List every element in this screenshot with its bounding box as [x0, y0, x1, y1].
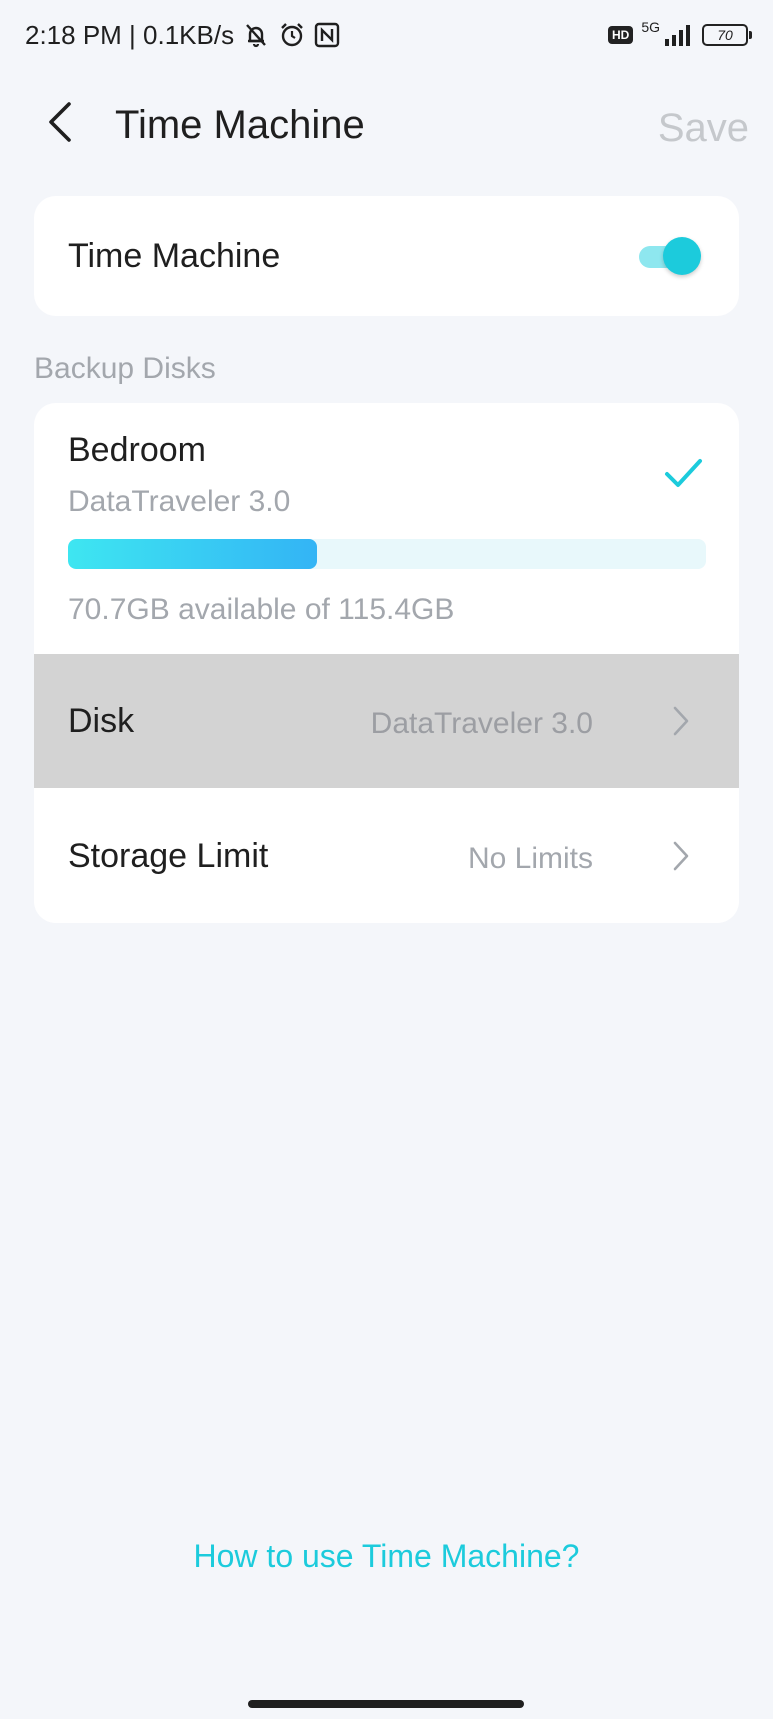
network-type: 5G: [641, 19, 660, 35]
disk-row[interactable]: Disk DataTraveler 3.0: [34, 654, 739, 788]
toggle-knob: [663, 237, 701, 275]
battery-icon: 70: [702, 24, 752, 46]
disk-model: DataTraveler 3.0: [68, 485, 291, 518]
nfc-icon: [314, 22, 340, 48]
chevron-right-icon: [673, 841, 689, 871]
time-machine-toggle[interactable]: [639, 234, 701, 278]
storage-limit-value: No Limits: [467, 842, 593, 875]
check-icon: [665, 459, 702, 487]
time-machine-toggle-card: Time Machine: [34, 196, 739, 316]
chevron-left-icon: [49, 102, 71, 142]
app-header: Time Machine Save: [0, 70, 773, 185]
storage-usage-fill: [68, 539, 317, 569]
disk-row-value: DataTraveler 3.0: [370, 707, 593, 740]
section-header-backup-disks: Backup Disks: [34, 352, 216, 385]
status-bar: 2:18 PM | 0.1KB/s HD 5G 70: [0, 0, 773, 70]
status-time: 2:18 PM | 0.1KB/s: [25, 19, 235, 50]
storage-usage-bar: [68, 539, 706, 569]
signal-icon: [664, 23, 694, 47]
toggle-label: Time Machine: [68, 237, 281, 275]
status-left: 2:18 PM | 0.1KB/s: [25, 20, 340, 51]
storage-usage-text: 70.7GB available of 115.4GB: [68, 593, 455, 626]
screen: 2:18 PM | 0.1KB/s HD 5G 70 Time Machine …: [0, 0, 773, 1719]
hd-badge: HD: [607, 26, 634, 44]
chevron-right-icon: [673, 706, 689, 736]
help-link[interactable]: How to use Time Machine?: [0, 1538, 773, 1575]
save-button[interactable]: Save: [658, 70, 749, 185]
backup-disk-card: Bedroom DataTraveler 3.0 70.7GB availabl…: [34, 403, 739, 923]
alarm-icon: [278, 21, 306, 49]
disk-name: Bedroom: [68, 431, 206, 469]
storage-limit-row[interactable]: Storage Limit No Limits: [34, 789, 739, 923]
back-button[interactable]: [30, 92, 90, 152]
bell-muted-icon: [242, 21, 270, 49]
home-indicator[interactable]: [248, 1700, 524, 1708]
disk-row-label: Disk: [68, 701, 135, 740]
storage-limit-label: Storage Limit: [68, 836, 269, 875]
page-title: Time Machine: [115, 103, 365, 147]
status-right: HD 5G 70: [607, 19, 752, 47]
